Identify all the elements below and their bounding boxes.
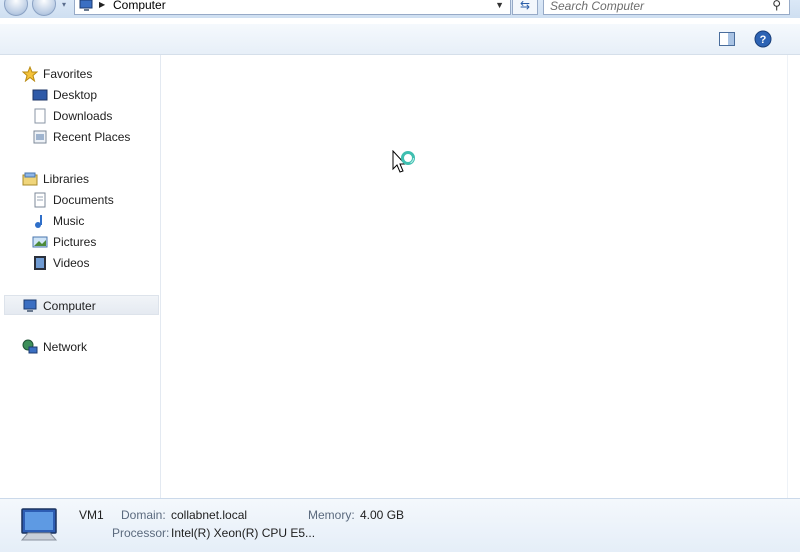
sidebar-group-libraries[interactable]: Libraries — [0, 169, 158, 189]
libraries-icon — [22, 172, 38, 186]
memory-label: Memory: — [308, 508, 355, 522]
command-toolbar: ? — [0, 24, 800, 55]
sidebar-item-label: Computer — [43, 299, 96, 313]
busy-cursor-icon — [392, 150, 415, 173]
computer-icon — [23, 299, 37, 312]
refresh-icon: ⇆ — [519, 0, 531, 12]
forward-button[interactable] — [32, 0, 56, 16]
sidebar-item-pictures[interactable]: Pictures — [0, 232, 158, 252]
refresh-button[interactable]: ⇆ — [512, 0, 538, 15]
details-pane: VM1 Domain: collabnet.local Memory: 4.00… — [0, 498, 800, 552]
address-bar[interactable]: ▶ Computer ▼ — [74, 0, 511, 15]
sidebar-item-downloads[interactable]: Downloads — [0, 106, 158, 126]
breadcrumb-computer[interactable]: Computer — [113, 0, 166, 12]
computer-icon — [79, 0, 93, 11]
sidebar-item-label: Downloads — [53, 109, 113, 123]
sidebar-item-recent-places[interactable]: Recent Places — [0, 127, 158, 147]
sidebar-item-label: Music — [53, 214, 85, 228]
sidebar-item-label: Recent Places — [53, 130, 131, 144]
desktop-icon — [32, 89, 48, 101]
sidebar-item-documents[interactable]: Documents — [0, 190, 158, 210]
sidebar-item-label: Pictures — [53, 235, 97, 249]
sidebar-item-label: Desktop — [53, 88, 98, 102]
preview-pane-icon[interactable] — [718, 30, 736, 48]
search-box[interactable]: ⚲ — [543, 0, 790, 15]
sidebar-group-label: Favorites — [43, 67, 93, 81]
sidebar-item-label: Videos — [53, 256, 90, 270]
processor-value: Intel(R) Xeon(R) CPU E5... — [171, 526, 316, 540]
processor-label: Processor: — [112, 526, 170, 540]
sidebar-item-label: Network — [43, 340, 88, 354]
network-icon — [22, 339, 38, 354]
chevron-down-icon[interactable]: ▼ — [495, 0, 504, 10]
sidebar-item-network[interactable]: Network — [0, 337, 158, 357]
search-icon[interactable]: ⚲ — [772, 0, 781, 12]
sidebar-item-label: Documents — [53, 193, 114, 207]
videos-icon — [34, 256, 46, 270]
content-edge — [787, 55, 800, 498]
search-input[interactable] — [550, 0, 760, 13]
computer-name: VM1 — [79, 508, 104, 522]
sidebar-group-label: Libraries — [43, 172, 90, 186]
sidebar-item-videos[interactable]: Videos — [0, 253, 158, 273]
sidebar-item-music[interactable]: Music — [0, 211, 158, 231]
sidebar-item-computer[interactable]: Computer — [4, 295, 159, 315]
back-button[interactable] — [4, 0, 28, 16]
file-list-area[interactable] — [161, 55, 787, 498]
memory-value: 4.00 GB — [360, 508, 405, 522]
pictures-icon — [32, 236, 48, 248]
navigation-pane: Favorites Desktop Downloads Recent Place… — [0, 55, 161, 498]
star-icon — [22, 66, 38, 82]
downloads-folder-icon — [34, 108, 46, 124]
computer-icon — [20, 508, 58, 541]
recent-places-icon — [33, 130, 47, 144]
documents-icon — [34, 192, 46, 208]
sidebar-item-desktop[interactable]: Desktop — [0, 85, 158, 105]
navigation-bar: ▾ ▶ Computer ▼ ⇆ ⚲ — [0, 0, 800, 18]
domain-value: collabnet.local — [171, 508, 248, 522]
recent-pages-dropdown[interactable]: ▾ — [58, 0, 70, 10]
domain-label: Domain: — [121, 508, 166, 522]
help-icon[interactable]: ? — [754, 30, 772, 48]
svg-text:?: ? — [760, 34, 767, 46]
chevron-right-icon[interactable]: ▶ — [99, 0, 105, 9]
sidebar-group-favorites[interactable]: Favorites — [0, 64, 158, 84]
music-icon — [35, 215, 42, 228]
